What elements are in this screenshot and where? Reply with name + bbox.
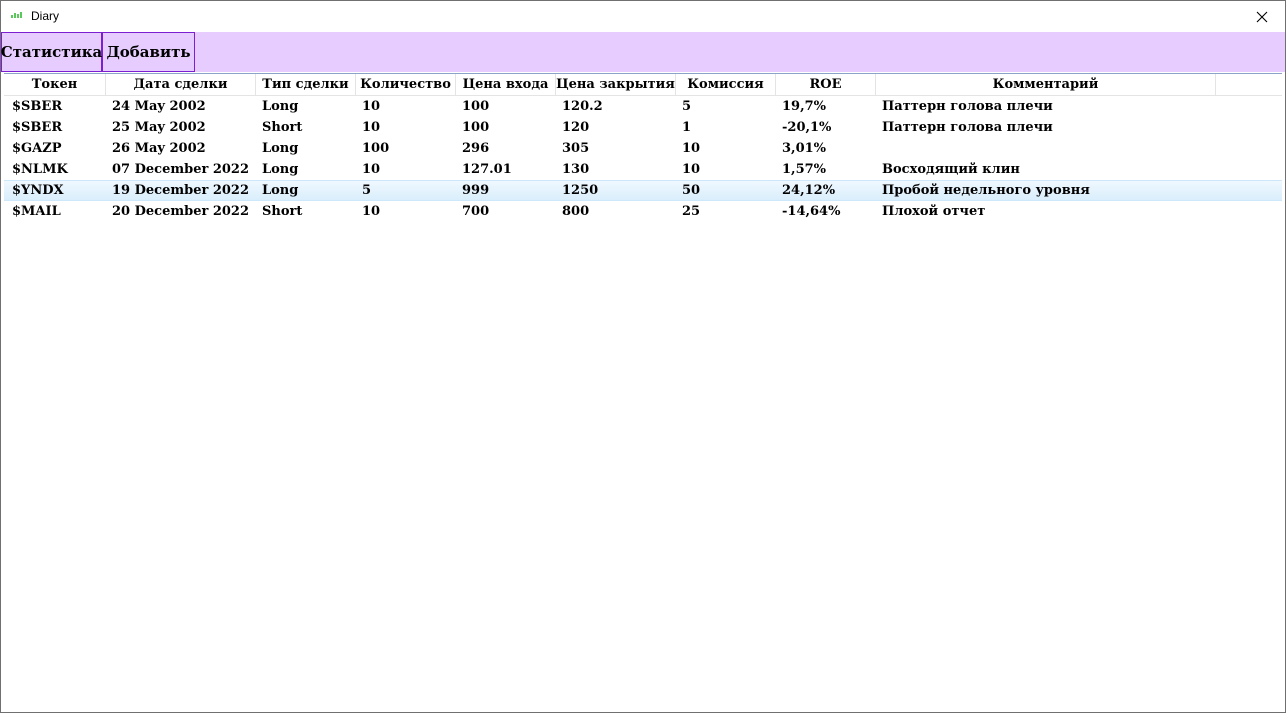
table-row-selected[interactable]: $YNDX 19 December 2022 Long 5 999 1250 5… <box>4 180 1282 201</box>
cell-comment: Паттерн голова плечи <box>882 99 1053 114</box>
cell-roe: 19,7% <box>782 99 827 114</box>
cell-roe: 24,12% <box>782 183 836 198</box>
cell-entry-price: 127.01 <box>462 162 512 177</box>
column-header-close-price[interactable]: Цена закрытия <box>556 74 676 96</box>
cell-comment: Восходящий клин <box>882 162 1020 177</box>
statistics-button[interactable]: Статистика <box>1 32 102 72</box>
cell-roe: -20,1% <box>782 120 832 135</box>
cell-quantity: 10 <box>362 162 381 177</box>
cell-token: $NLMK <box>12 162 68 177</box>
cell-date: 07 December 2022 <box>112 162 250 177</box>
cell-type: Long <box>262 162 299 177</box>
cell-token: $GAZP <box>12 141 62 156</box>
add-button[interactable]: Добавить <box>102 32 195 72</box>
column-header-quantity[interactable]: Количество <box>356 74 456 96</box>
cell-date: 26 May 2002 <box>112 141 206 156</box>
column-header-type[interactable]: Тип сделки <box>256 74 356 96</box>
column-header-token[interactable]: Токен <box>4 74 106 96</box>
close-icon <box>1256 11 1268 22</box>
cell-quantity: 5 <box>362 183 372 198</box>
cell-entry-price: 296 <box>462 141 490 156</box>
cell-roe: 3,01% <box>782 141 827 156</box>
cell-type: Long <box>262 141 299 156</box>
cell-type: Short <box>262 120 303 135</box>
cell-roe: 1,57% <box>782 162 827 177</box>
cell-commission: 10 <box>682 162 701 177</box>
window-title: Diary <box>31 9 60 23</box>
cell-entry-price: 100 <box>462 99 490 114</box>
cell-commission: 5 <box>682 99 692 114</box>
cell-close-price: 1250 <box>562 183 599 198</box>
trades-table[interactable]: Токен Дата сделки Тип сделки Количество … <box>4 73 1282 711</box>
cell-type: Long <box>262 183 299 198</box>
cell-date: 25 May 2002 <box>112 120 206 135</box>
cell-commission: 50 <box>682 183 701 198</box>
cell-commission: 25 <box>682 204 701 219</box>
cell-entry-price: 999 <box>462 183 490 198</box>
cell-quantity: 10 <box>362 99 381 114</box>
cell-date: 20 December 2022 <box>112 204 250 219</box>
table-row[interactable]: $MAIL 20 December 2022 Short 10 700 800 … <box>4 201 1282 222</box>
table-row[interactable]: $GAZP 26 May 2002 Long 100 296 305 10 3,… <box>4 138 1282 159</box>
column-header-roe[interactable]: ROE <box>776 74 876 96</box>
cell-close-price: 130 <box>562 162 590 177</box>
cell-token: $SBER <box>12 99 63 114</box>
cell-close-price: 800 <box>562 204 590 219</box>
cell-close-price: 120 <box>562 120 590 135</box>
cell-type: Long <box>262 99 299 114</box>
cell-token: $SBER <box>12 120 63 135</box>
cell-quantity: 10 <box>362 204 381 219</box>
cell-token: $MAIL <box>12 204 61 219</box>
close-button[interactable] <box>1239 1 1285 32</box>
cell-commission: 1 <box>682 120 692 135</box>
cell-type: Short <box>262 204 303 219</box>
column-header-commission[interactable]: Комиссия <box>676 74 776 96</box>
cell-entry-price: 700 <box>462 204 490 219</box>
table-row[interactable]: $NLMK 07 December 2022 Long 10 127.01 13… <box>4 159 1282 180</box>
table-row[interactable]: $SBER 24 May 2002 Long 10 100 120.2 5 19… <box>4 96 1282 117</box>
cell-commission: 10 <box>682 141 701 156</box>
column-header-entry-price[interactable]: Цена входа <box>456 74 556 96</box>
cell-quantity: 10 <box>362 120 381 135</box>
title-bar[interactable]: Diary <box>1 1 1285 32</box>
cell-roe: -14,64% <box>782 204 841 219</box>
column-header-date[interactable]: Дата сделки <box>106 74 256 96</box>
table-header: Токен Дата сделки Тип сделки Количество … <box>4 74 1282 96</box>
cell-comment <box>877 138 1217 159</box>
cell-comment: Пробой недельного уровня <box>882 183 1090 198</box>
cell-token: $YNDX <box>12 183 64 198</box>
table-row[interactable]: $SBER 25 May 2002 Short 10 100 120 1 -20… <box>4 117 1282 138</box>
app-window: Diary Статистика Добавить Токен Дата сде… <box>0 0 1286 713</box>
cell-close-price: 305 <box>562 141 590 156</box>
column-header-comment[interactable]: Комментарий <box>876 74 1216 96</box>
toolbar: Статистика Добавить <box>1 32 1285 72</box>
cell-date: 19 December 2022 <box>112 183 250 198</box>
cell-comment: Паттерн голова плечи <box>882 120 1053 135</box>
app-chart-icon <box>11 12 23 18</box>
cell-date: 24 May 2002 <box>112 99 206 114</box>
cell-close-price: 120.2 <box>562 99 603 114</box>
cell-entry-price: 100 <box>462 120 490 135</box>
cell-comment: Плохой отчет <box>882 204 986 219</box>
cell-quantity: 100 <box>362 141 390 156</box>
